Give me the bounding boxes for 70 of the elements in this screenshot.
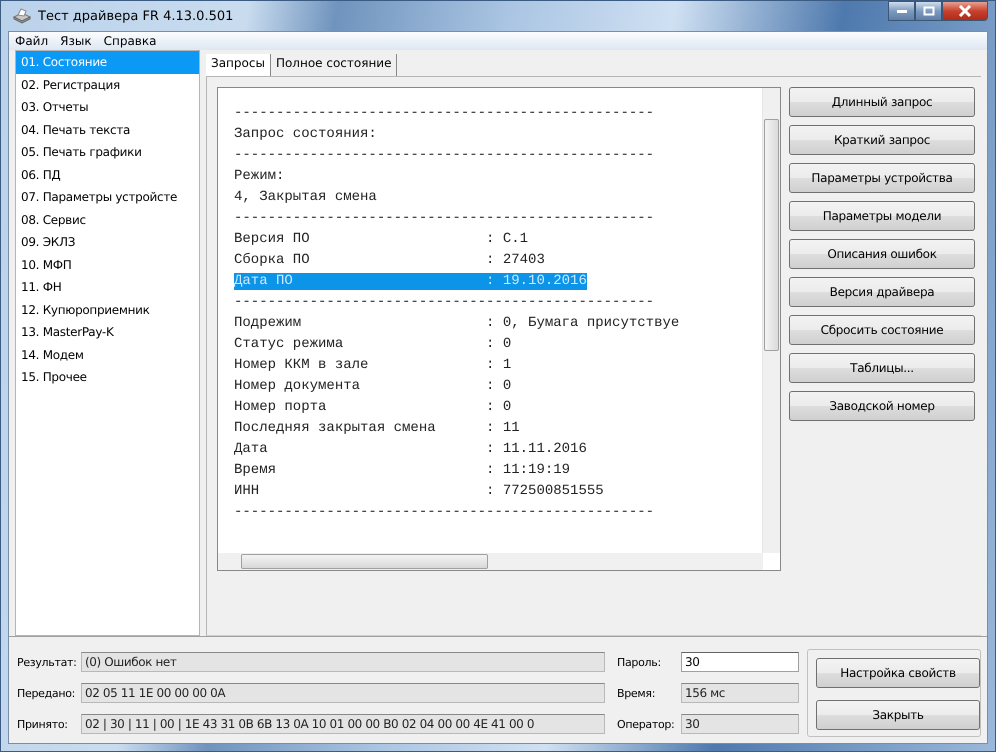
action-button[interactable]: Описания ошибок	[789, 239, 975, 269]
action-button[interactable]: Закрыть	[816, 700, 980, 730]
text-line: --------------------------------------------------	[234, 147, 654, 164]
sidebar-item[interactable]: 14. Модем	[16, 344, 199, 366]
text-line: --------------------------------------------------	[234, 294, 654, 311]
text-line: Номер документа : 0	[234, 378, 512, 395]
close-icon	[958, 5, 972, 17]
menu-item[interactable]: Файл	[11, 34, 52, 48]
field-label: Результат:	[17, 656, 78, 668]
minimize-icon	[896, 8, 908, 14]
sidebar-item[interactable]: 03. Отчеты	[16, 96, 199, 118]
field-label: Принято:	[17, 718, 69, 730]
readonly-field: 02 05 11 1E 00 00 00 0A	[81, 683, 605, 703]
minimize-button[interactable]	[888, 1, 915, 21]
text-line: Подрежим : 0, Бумага присутствуе	[234, 315, 680, 332]
sidebar-item[interactable]: 11. ФН	[16, 276, 199, 298]
text-line: Запрос состояния:	[234, 126, 377, 143]
action-button[interactable]: Параметры устройства	[789, 163, 975, 193]
readonly-field: (0) Ошибок нет	[81, 652, 605, 672]
text-line: --------------------------------------------------	[234, 504, 654, 521]
menu-item[interactable]: Справка	[100, 34, 160, 48]
text-line: Статус режима : 0	[234, 336, 512, 353]
sidebar-item[interactable]: 06. ПД	[16, 164, 199, 186]
text-line: --------------------------------------------------	[234, 105, 654, 122]
sidebar-item[interactable]: 05. Печать графики	[16, 141, 199, 164]
text-line: Время : 11:19:19	[234, 462, 570, 479]
action-button[interactable]: Краткий запрос	[789, 125, 975, 155]
field-label: Передано:	[17, 686, 76, 700]
sidebar-item[interactable]: 02. Регистрация	[16, 74, 199, 96]
sidebar-item[interactable]: 09. ЭКЛЗ	[16, 231, 199, 254]
text-line: Номер ККМ в зале : 1	[234, 357, 512, 374]
text-line: Режим:	[234, 168, 284, 185]
action-button[interactable]: Параметры модели	[789, 201, 975, 231]
sidebar-item[interactable]: 07. Параметры устройсте	[16, 186, 199, 208]
window-title: Тест драйвера FR 4.13.0.501	[38, 8, 234, 24]
sidebar-item[interactable]: 08. Сервис	[16, 208, 199, 231]
text-line: Сборка ПО : 27403	[234, 252, 545, 269]
tab[interactable]: Запросы	[206, 54, 271, 76]
sidebar-item[interactable]: 10. МФП	[16, 254, 199, 276]
close-button[interactable]	[942, 1, 988, 21]
action-button[interactable]: Таблицы...	[789, 353, 975, 383]
sidebar-item[interactable]: 12. Купюроприемник	[16, 298, 199, 321]
text-line: ИНН : 772500851555	[234, 483, 604, 500]
horizontal-scrollbar[interactable]	[218, 553, 763, 570]
text-line: --------------------------------------------------	[234, 210, 654, 227]
sidebar-item[interactable]: 15. Прочее	[16, 366, 199, 388]
sidebar-item[interactable]: 13. MasterPay-K	[16, 321, 199, 344]
maximize-button[interactable]	[915, 1, 942, 21]
action-button[interactable]: Длинный запрос	[789, 87, 975, 117]
sidebar-item[interactable]: 04. Печать текста	[16, 118, 199, 141]
maximize-icon	[922, 6, 934, 16]
action-button[interactable]: Версия драйвера	[789, 277, 975, 307]
action-button[interactable]: Сбросить состояние	[789, 315, 975, 345]
text-line: Дата : 11.11.2016	[234, 441, 587, 458]
readonly-field: 30	[681, 714, 799, 734]
printer-icon	[12, 8, 32, 24]
text-line: 4, Закрытая смена	[234, 189, 377, 206]
readonly-field: 02 | 30 | 11 | 00 | 1E 43 31 0B 6B 13 0A 10 01 00 00 B0 02 04 00 00 4E 41 00 0	[81, 714, 605, 734]
text-line: Последняя закрытая смена : 11	[234, 420, 520, 437]
action-button[interactable]: Настройка свойств	[816, 658, 980, 688]
field-label: Оператор:	[617, 718, 676, 730]
input-field[interactable]: 30	[681, 652, 799, 672]
menu-item[interactable]: Язык	[56, 34, 96, 48]
action-button[interactable]: Заводской номер	[789, 391, 975, 421]
text-line: Номер порта : 0	[234, 399, 512, 416]
vertical-scrollbar[interactable]	[762, 88, 780, 553]
field-label: Пароль:	[617, 656, 662, 668]
readonly-field: 156 мс	[681, 683, 799, 703]
field-label: Время:	[617, 686, 656, 700]
text-line: Версия ПО : C.1	[234, 231, 528, 248]
